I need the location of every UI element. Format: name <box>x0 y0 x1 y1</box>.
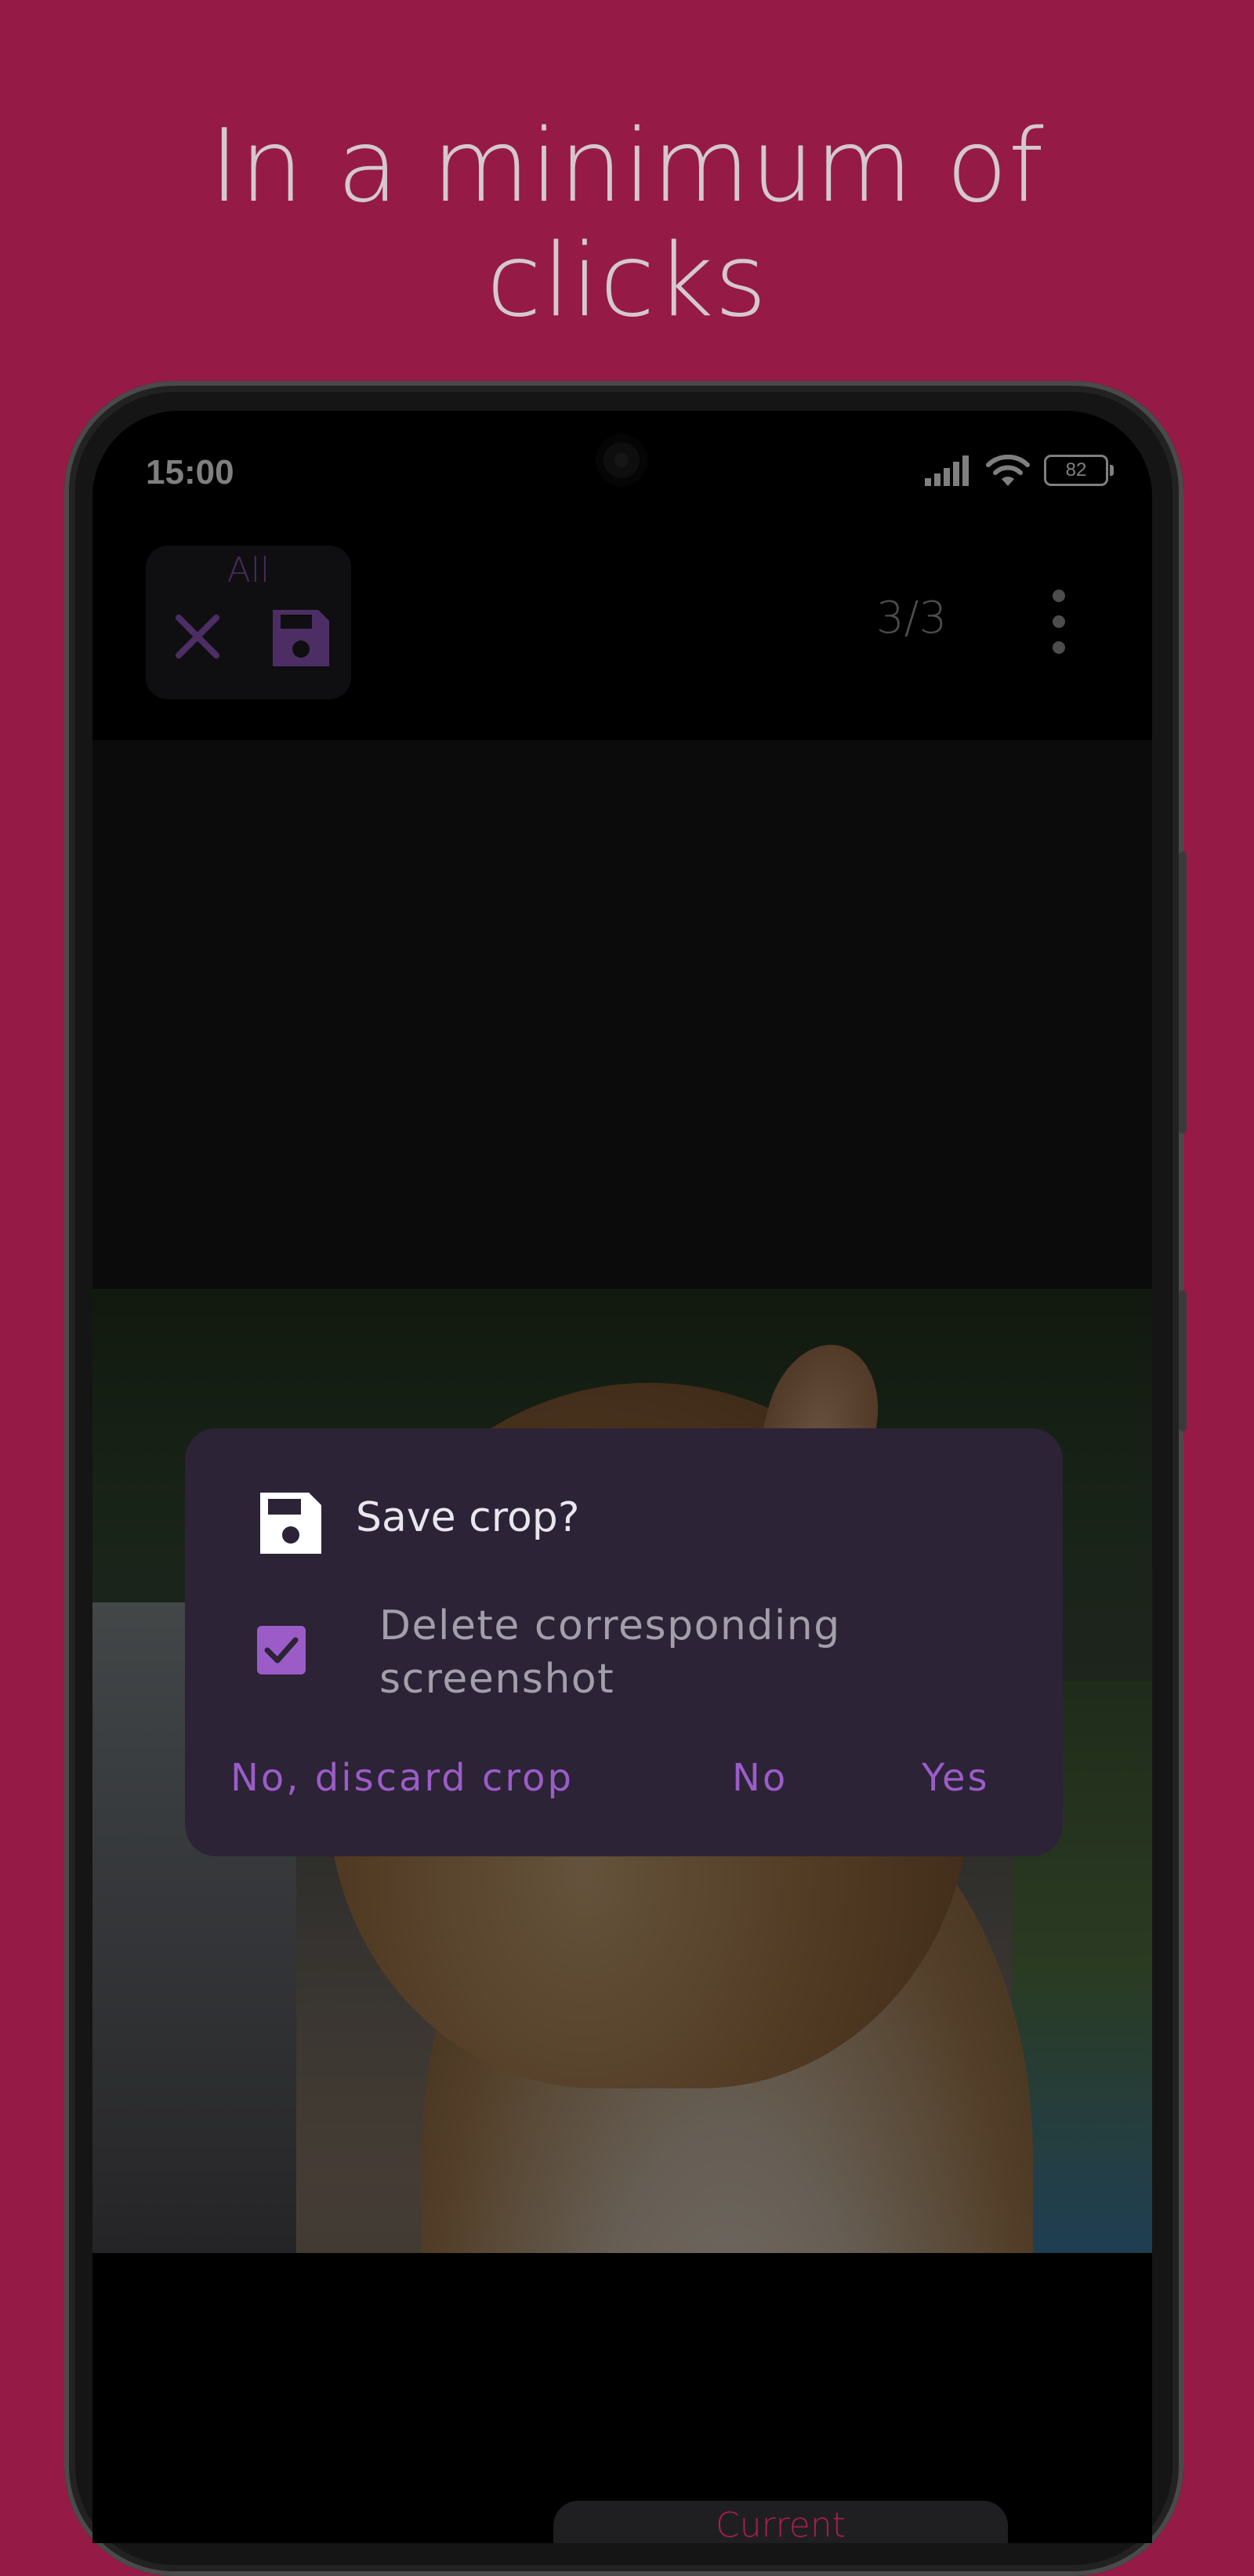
yes-button[interactable]: Yes <box>922 1756 989 1800</box>
headline-line-1: In a minimum of <box>209 108 1045 225</box>
discard-crop-button[interactable]: No, discard crop <box>230 1756 574 1800</box>
no-button[interactable]: No <box>732 1756 788 1800</box>
save-crop-dialog: Save crop? Delete corresponding screensh… <box>185 1428 1063 1856</box>
headline: In a minimum of clicks <box>0 110 1254 339</box>
save-icon <box>260 1493 321 1554</box>
current-chip-label: Current <box>715 2505 846 2543</box>
delete-screenshot-checkbox[interactable] <box>257 1626 306 1674</box>
power-button <box>1179 1290 1187 1431</box>
headline-line-2: clicks <box>486 223 768 339</box>
dialog-title: Save crop? <box>356 1494 580 1541</box>
phone-screen: 15:00 82 <box>92 411 1152 2543</box>
current-chip[interactable]: Current <box>553 2501 1008 2543</box>
check-icon <box>264 1637 299 1664</box>
volume-button <box>1179 851 1187 1134</box>
delete-screenshot-label[interactable]: Delete corresponding screenshot <box>379 1599 975 1706</box>
